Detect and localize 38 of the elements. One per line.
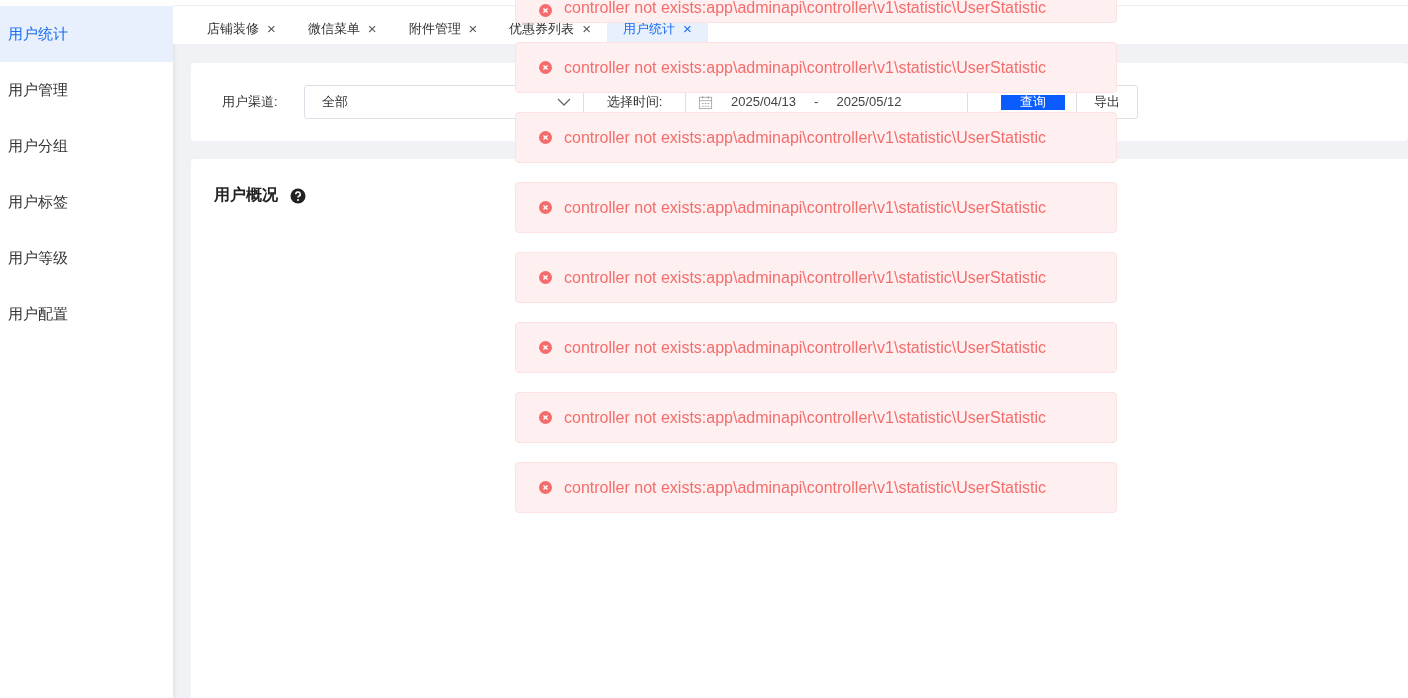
- sidebar-item[interactable]: 用户配置: [0, 286, 173, 342]
- sidebar-item[interactable]: 用户等级: [0, 230, 173, 286]
- channel-label: 用户渠道:: [222, 93, 279, 111]
- close-icon[interactable]: ×: [582, 22, 592, 36]
- error-message: controller not exists:app\adminapi\controller\v1\statistic\UserStatistic: [564, 58, 1046, 77]
- section-title: 用户概况: [214, 185, 278, 205]
- chevron-down-icon: [557, 98, 571, 106]
- end-date: 2025/05/12: [836, 95, 902, 109]
- error-message: controller not exists:app\adminapi\controller\v1\statistic\UserStatistic: [564, 268, 1046, 287]
- close-icon[interactable]: ×: [683, 22, 692, 36]
- error-icon: [539, 4, 552, 17]
- error-icon: [539, 481, 552, 494]
- error-icon: [539, 131, 552, 144]
- error-message: controller not exists:app\adminapi\controller\v1\statistic\UserStatistic: [564, 478, 1046, 497]
- start-date: 2025/04/13: [731, 95, 797, 109]
- error-icon: [539, 411, 552, 424]
- error-message: controller not exists:app\adminapi\controller\v1\statistic\UserStatistic: [564, 128, 1046, 147]
- close-icon[interactable]: ×: [267, 22, 276, 36]
- help-icon[interactable]: [290, 187, 306, 204]
- error-icon: [539, 61, 552, 74]
- tab[interactable]: 店铺装修 ×: [191, 6, 292, 44]
- close-icon[interactable]: ×: [367, 22, 377, 36]
- error-icon: [539, 201, 552, 214]
- tab[interactable]: 附件管理 ×: [392, 6, 494, 44]
- query-button[interactable]: 查询: [1001, 94, 1065, 110]
- sidebar-item[interactable]: 用户管理: [0, 62, 173, 118]
- date-separator: -: [814, 95, 819, 109]
- tab[interactable]: 微信菜单 ×: [291, 6, 393, 44]
- sidebar-item[interactable]: 用户分组: [0, 118, 173, 174]
- close-icon[interactable]: ×: [468, 22, 478, 36]
- error-message: controller not exists:app\adminapi\controller\v1\statistic\UserStatistic: [564, 408, 1046, 427]
- sidebar-item[interactable]: 用户标签: [0, 174, 173, 230]
- error-message: controller not exists:app\adminapi\controller\v1\statistic\UserStatistic: [564, 198, 1046, 217]
- error-icon: [539, 271, 552, 284]
- error-message: controller not exists:app\adminapi\controller\v1\statistic\UserStatistic: [564, 338, 1046, 357]
- calendar-icon: [698, 94, 713, 110]
- sidebar-item[interactable]: 用户统计: [0, 6, 173, 62]
- error-icon: [539, 341, 552, 354]
